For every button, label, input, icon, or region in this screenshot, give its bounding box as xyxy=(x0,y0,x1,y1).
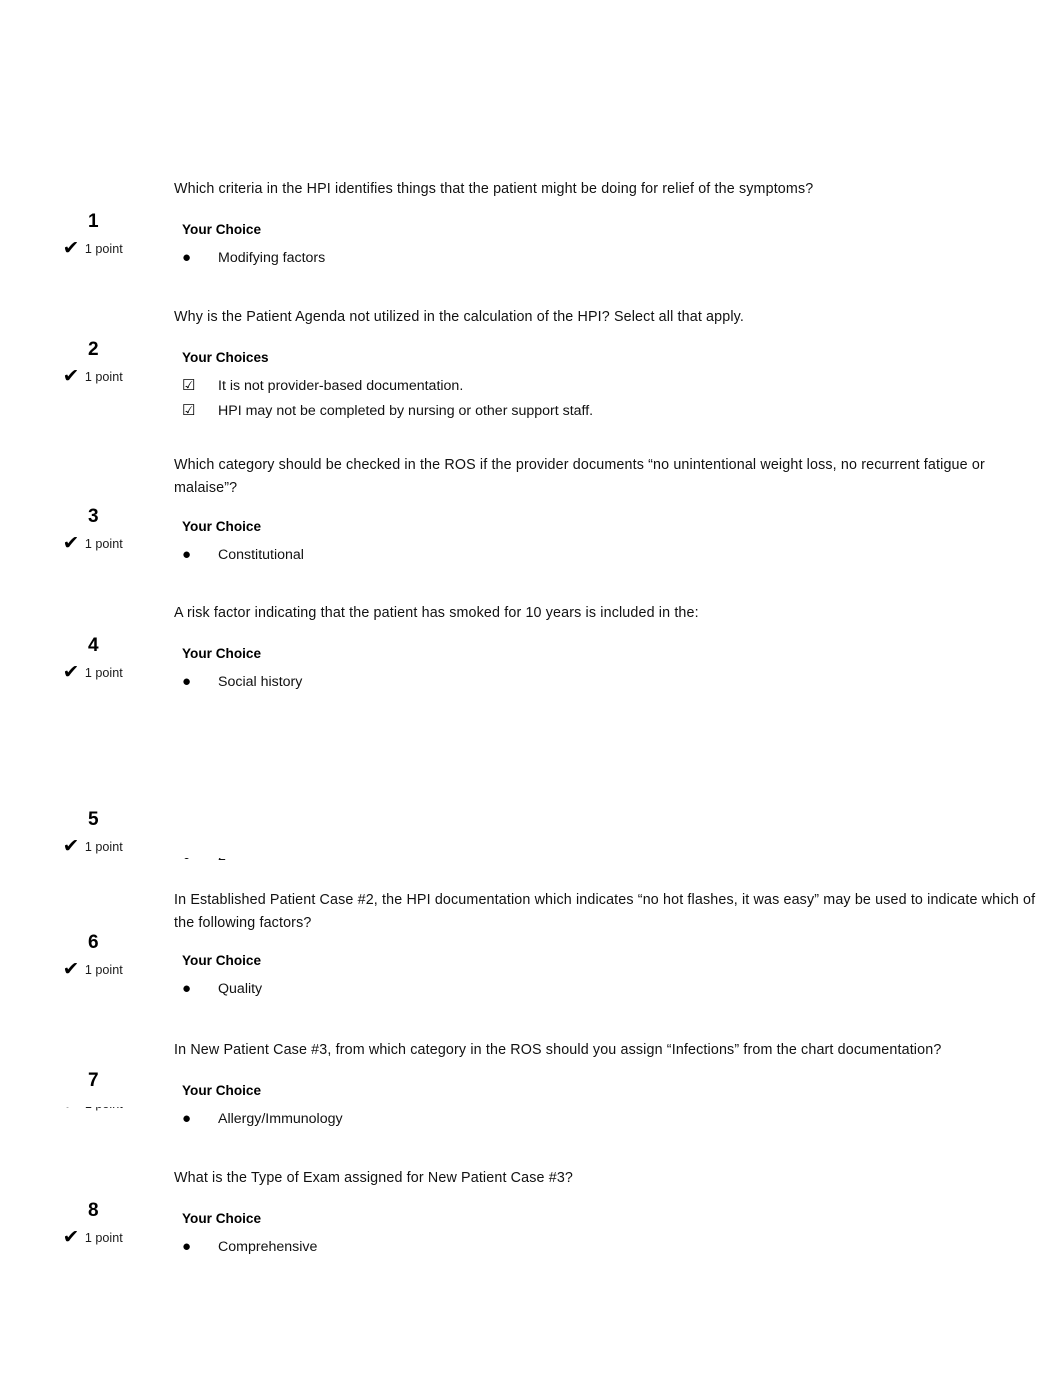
answers-group: Your Choice ● Social history xyxy=(182,644,1042,696)
filled-radio-icon: ● xyxy=(182,1238,192,1255)
question-number: 1 xyxy=(88,211,99,232)
question-block: Which criteria in the HPI identifies thi… xyxy=(0,178,1062,306)
answer-row[interactable]: ● 2 xyxy=(182,858,1042,867)
answer-row[interactable]: ☑ HPI may not be completed by nursing or… xyxy=(182,400,1042,422)
question-number: 8 xyxy=(88,1200,99,1221)
filled-radio-icon: ● xyxy=(182,1110,192,1127)
question-text: In Established Patient Case #2, the HPI … xyxy=(174,892,1036,931)
your-choice-heading: Your Choice xyxy=(182,519,262,534)
checked-checkbox-icon: ☑ xyxy=(182,402,196,419)
question-gutter: 6 ✔ 1 point xyxy=(0,889,174,1039)
answer-row[interactable]: ☑ It is not provider-based documentation… xyxy=(182,375,1042,397)
question-text: What is the Type of Exam assigned for Ne… xyxy=(174,1170,574,1186)
question-number: 3 xyxy=(88,506,99,527)
your-choice-heading: Your Choice xyxy=(182,222,262,237)
filled-radio-icon: ● xyxy=(182,980,192,997)
clipped-score-region: ✔ 1 point xyxy=(63,1107,173,1113)
answer-label: Comprehensive xyxy=(218,1239,318,1255)
question-gutter: 5 ✔ 1 point xyxy=(0,774,174,889)
checked-checkbox-icon: ☑ xyxy=(182,377,196,394)
your-choices-heading: Your Choices xyxy=(182,350,269,365)
answer-row[interactable]: ● Modifying factors xyxy=(182,247,1042,269)
check-icon: ✔ xyxy=(62,662,80,683)
question-gutter: 8 ✔ 1 point xyxy=(0,1167,174,1295)
answers-group: Your Choice ● Modifying factors xyxy=(182,220,1042,272)
question-score: ✔ 1 point xyxy=(62,533,123,554)
question-gutter: 7 ✔ 1 point xyxy=(0,1039,174,1167)
answer-label: Constitutional xyxy=(218,547,304,563)
your-choice-heading: Your Choice xyxy=(182,953,262,968)
filled-radio-icon: ● xyxy=(182,546,192,563)
question-score: ✔ 1 point xyxy=(63,1107,173,1113)
filled-radio-icon: ● xyxy=(182,673,192,690)
answer-label: Social history xyxy=(218,674,303,690)
answer-label: HPI may not be completed by nursing or o… xyxy=(218,403,594,419)
question-text: Why is the Patient Agenda not utilized i… xyxy=(174,309,745,325)
question-gutter: 2 ✔ 1 point xyxy=(0,306,174,454)
question-score: ✔ 1 point xyxy=(62,1227,123,1248)
check-icon: ✔ xyxy=(62,238,80,259)
question-number: 7 xyxy=(88,1070,99,1091)
point-value-label: 1 point xyxy=(84,963,123,977)
question-number: 2 xyxy=(88,339,99,360)
answers-group: Your Choice ● Quality xyxy=(182,951,1042,1003)
question-block: What is the Type of Exam assigned for Ne… xyxy=(0,1167,1062,1295)
answer-label: Allergy/Immunology xyxy=(218,1111,343,1127)
check-icon: ✔ xyxy=(63,1107,79,1113)
answer-row[interactable]: ● Allergy/Immunology xyxy=(182,1108,1042,1130)
filled-radio-icon: ● xyxy=(182,858,218,867)
question-score: ✔ 1 point xyxy=(62,366,123,387)
question-block: A risk factor indicating that the patien… xyxy=(0,602,1062,774)
check-icon: ✔ xyxy=(62,836,80,857)
your-choice-heading: Your Choice xyxy=(182,646,262,661)
answers-group: Your Choice ● Constitutional xyxy=(182,517,1042,569)
clipped-answer-region: ● 2 xyxy=(182,858,1042,868)
question-block: Which category should be checked in the … xyxy=(0,454,1062,602)
answer-row[interactable]: ● Social history xyxy=(182,671,1042,693)
question-text: A risk factor indicating that the patien… xyxy=(174,605,699,621)
answers-group: Your Choice ● Comprehensive xyxy=(182,1209,1042,1261)
answer-label: Quality xyxy=(218,981,263,997)
check-icon: ✔ xyxy=(62,366,80,387)
quiz-results-page: Which criteria in the HPI identifies thi… xyxy=(0,0,1062,1377)
check-icon: ✔ xyxy=(62,959,80,980)
point-value-label: 1 point xyxy=(84,537,123,551)
answer-label: 2 xyxy=(218,858,226,867)
question-number: 4 xyxy=(88,635,99,656)
question-gutter: 4 ✔ 1 point xyxy=(0,602,174,774)
filled-radio-icon: ● xyxy=(182,249,192,266)
check-icon: ✔ xyxy=(62,533,80,554)
question-text: In New Patient Case #3, from which categ… xyxy=(174,1042,942,1058)
answers-group: Your Choices ☑ It is not provider-based … xyxy=(182,348,1042,425)
point-value-label: 1 point xyxy=(85,1107,123,1113)
answer-row[interactable]: ● Constitutional xyxy=(182,544,1042,566)
answers-group: Your Choice ● Allergy/Immunology xyxy=(182,1081,1042,1133)
question-block: Why is the Patient Agenda not utilized i… xyxy=(0,306,1062,454)
question-score: ✔ 1 point xyxy=(62,238,123,259)
answer-row[interactable]: ● Comprehensive xyxy=(182,1236,1042,1258)
question-score: ✔ 1 point xyxy=(62,836,123,857)
point-value-label: 1 point xyxy=(84,370,123,384)
question-number: 5 xyxy=(88,809,99,830)
answer-row[interactable]: ● Quality xyxy=(182,978,1042,1000)
question-number: 6 xyxy=(88,932,99,953)
check-icon: ✔ xyxy=(62,1227,80,1248)
question-gutter: 1 ✔ 1 point xyxy=(0,178,174,306)
point-value-label: 1 point xyxy=(84,242,123,256)
question-block: In Established Patient Case #2, the HPI … xyxy=(0,889,1062,1039)
point-value-label: 1 point xyxy=(84,666,123,680)
point-value-label: 1 point xyxy=(84,840,123,854)
question-text: Which criteria in the HPI identifies thi… xyxy=(174,181,814,197)
answer-label: It is not provider-based documentation. xyxy=(218,378,464,394)
question-block: 5 ✔ 1 point ● 2 xyxy=(0,774,1062,889)
point-value-label: 1 point xyxy=(84,1231,123,1245)
question-block: In New Patient Case #3, from which categ… xyxy=(0,1039,1062,1167)
answer-label: Modifying factors xyxy=(218,250,326,266)
question-score: ✔ 1 point xyxy=(62,959,123,980)
question-gutter: 3 ✔ 1 point xyxy=(0,454,174,602)
question-score: ✔ 1 point xyxy=(62,662,123,683)
your-choice-heading: Your Choice xyxy=(182,1083,262,1098)
your-choice-heading: Your Choice xyxy=(182,1211,262,1226)
question-text: Which category should be checked in the … xyxy=(174,457,985,496)
